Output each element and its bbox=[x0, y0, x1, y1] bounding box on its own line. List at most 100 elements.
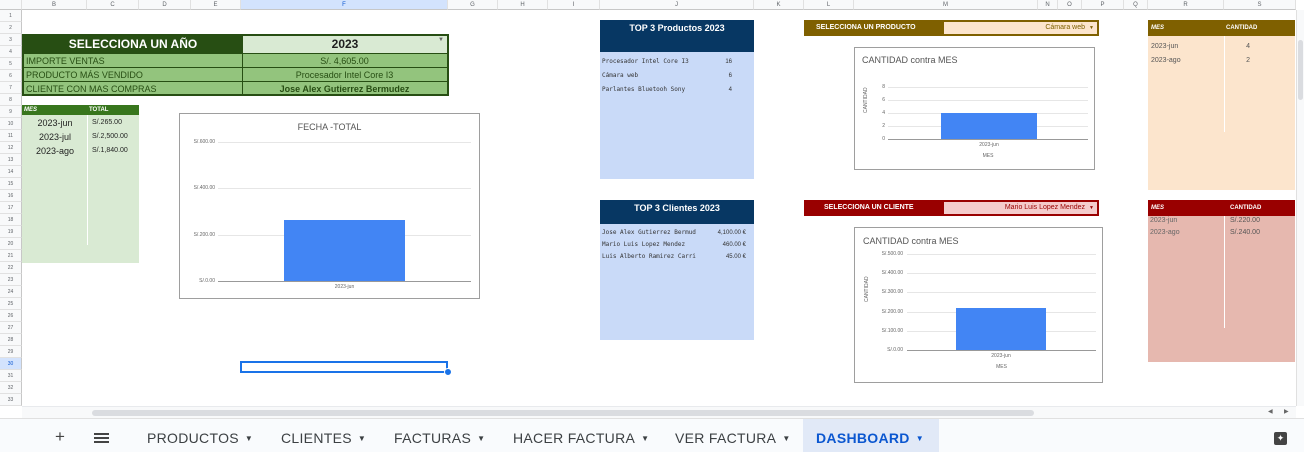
pq-qty: 2 bbox=[1246, 57, 1250, 64]
cq-amount: S/.240.00 bbox=[1230, 229, 1260, 236]
chevron-down-icon[interactable]: ▼ bbox=[358, 434, 366, 443]
chart-fecha-total[interactable]: FECHA -TOTAL S/.600.00 S/.400.00 S/.200.00… bbox=[179, 113, 480, 299]
column-header[interactable]: M bbox=[854, 0, 1038, 10]
row-header[interactable]: 23 bbox=[0, 274, 22, 286]
column-header[interactable]: D bbox=[139, 0, 191, 10]
column-header[interactable]: O bbox=[1058, 0, 1082, 10]
row-header[interactable]: 33 bbox=[0, 394, 22, 406]
fill-handle[interactable] bbox=[444, 368, 452, 376]
gridline bbox=[888, 87, 1088, 88]
row-header[interactable]: 21 bbox=[0, 250, 22, 262]
chevron-down-icon[interactable]: ▼ bbox=[782, 434, 790, 443]
bar[interactable] bbox=[941, 113, 1037, 139]
row-header[interactable]: 16 bbox=[0, 190, 22, 202]
year-row-label: CLIENTE CON MAS COMPRAS bbox=[26, 84, 157, 94]
vertical-scrollbar[interactable] bbox=[1296, 10, 1304, 406]
row-header[interactable]: 6 bbox=[0, 70, 22, 82]
chevron-down-icon[interactable]: ▼ bbox=[477, 434, 485, 443]
row-header[interactable]: 18 bbox=[0, 214, 22, 226]
total-header: TOTAL bbox=[89, 107, 109, 113]
column-header[interactable]: G bbox=[448, 0, 498, 10]
gridline bbox=[218, 188, 471, 190]
top-client-name: Jose Alex Gutierrez Bermud bbox=[602, 229, 696, 236]
column-header[interactable]: I bbox=[548, 0, 600, 10]
column-header[interactable]: N bbox=[1038, 0, 1058, 10]
horizontal-scrollbar[interactable]: ◀ ▶ bbox=[22, 406, 1296, 418]
row-header[interactable]: 20 bbox=[0, 238, 22, 250]
column-header[interactable]: E bbox=[191, 0, 241, 10]
row-header[interactable]: 30 bbox=[0, 358, 22, 370]
chevron-down-icon[interactable]: ▼ bbox=[245, 434, 253, 443]
row-header[interactable]: 12 bbox=[0, 142, 22, 154]
column-header[interactable]: Q bbox=[1124, 0, 1148, 10]
column-header[interactable]: C bbox=[87, 0, 139, 10]
sheet-tab[interactable]: VER FACTURA ▼ bbox=[675, 430, 791, 446]
chart-product-cantidad[interactable]: CANTIDAD contra MES 8 6 4 2 0 2023-jun MES CANT… bbox=[854, 47, 1095, 170]
column-header[interactable]: H bbox=[498, 0, 548, 10]
sheet-tab[interactable]: FACTURAS ▼ bbox=[394, 430, 485, 446]
sheet-tab[interactable]: DASHBOARD ▼ bbox=[816, 430, 924, 446]
row-header[interactable]: 8 bbox=[0, 94, 22, 106]
product-dropdown[interactable]: Cámara web ▼ bbox=[944, 22, 1097, 34]
bar[interactable] bbox=[284, 219, 405, 281]
scroll-right-icon[interactable]: ▶ bbox=[1284, 408, 1289, 415]
column-header[interactable]: J bbox=[600, 0, 754, 10]
row-header[interactable]: 26 bbox=[0, 310, 22, 322]
row-header[interactable]: 9 bbox=[0, 106, 22, 118]
sheet-tab[interactable]: PRODUCTOS ▼ bbox=[147, 430, 253, 446]
row-header[interactable]: 19 bbox=[0, 226, 22, 238]
scrollbar-thumb[interactable] bbox=[92, 410, 1034, 416]
top-product-qty: 4 bbox=[728, 87, 732, 93]
explore-icon[interactable]: ✦ bbox=[1274, 432, 1287, 445]
row-header[interactable]: 1 bbox=[0, 10, 22, 22]
client-dropdown[interactable]: Mario Luis Lopez Mendez ▼ bbox=[944, 202, 1097, 214]
pq-month: 2023-jun bbox=[1151, 43, 1179, 50]
row-header[interactable]: 15 bbox=[0, 178, 22, 190]
row-header[interactable]: 29 bbox=[0, 346, 22, 358]
gridline bbox=[888, 139, 1088, 140]
sheet-tab[interactable]: HACER FACTURA ▼ bbox=[513, 430, 649, 446]
product-selector: SELECCIONA UN PRODUCTO Cámara web ▼ bbox=[804, 20, 1099, 36]
chevron-down-icon[interactable]: ▼ bbox=[916, 434, 924, 443]
chevron-down-icon[interactable]: ▼ bbox=[641, 434, 649, 443]
selected-cell[interactable] bbox=[240, 361, 448, 373]
corner-cell[interactable] bbox=[0, 0, 22, 10]
month-cell: 2023-jun bbox=[37, 118, 73, 128]
plot-area: 8 6 4 2 0 2023-jun MES CANTIDAD bbox=[855, 48, 1094, 169]
scroll-left-icon[interactable]: ◀ bbox=[1268, 408, 1273, 415]
row-header[interactable]: 2 bbox=[0, 22, 22, 34]
column-header[interactable]: F bbox=[241, 0, 448, 10]
row-header[interactable]: 11 bbox=[0, 130, 22, 142]
row-header[interactable]: 31 bbox=[0, 370, 22, 382]
row-header[interactable]: 32 bbox=[0, 382, 22, 394]
column-header[interactable]: R bbox=[1148, 0, 1224, 10]
year-select[interactable]: 2023 ▼ bbox=[242, 36, 447, 53]
chart-client-cantidad[interactable]: CANTIDAD contra MES S/.500.00 S/.400.00 S/… bbox=[854, 227, 1103, 383]
row-header[interactable]: 22 bbox=[0, 262, 22, 274]
cq-month: 2023-ago bbox=[1150, 229, 1180, 236]
row-header[interactable]: 25 bbox=[0, 298, 22, 310]
row-header[interactable]: 5 bbox=[0, 58, 22, 70]
column-header[interactable]: K bbox=[754, 0, 804, 10]
top-product-name: Procesador Intel Core I3 bbox=[602, 58, 689, 65]
row-header[interactable]: 4 bbox=[0, 46, 22, 58]
row-header[interactable]: 10 bbox=[0, 118, 22, 130]
row-header[interactable]: 27 bbox=[0, 322, 22, 334]
column-header[interactable]: S bbox=[1224, 0, 1296, 10]
add-sheet-button[interactable]: + bbox=[55, 428, 65, 446]
row-header[interactable]: 28 bbox=[0, 334, 22, 346]
column-header[interactable]: B bbox=[22, 0, 87, 10]
row-header[interactable]: 24 bbox=[0, 286, 22, 298]
column-header[interactable]: L bbox=[804, 0, 854, 10]
all-sheets-menu-icon[interactable] bbox=[94, 433, 109, 443]
row-header[interactable]: 7 bbox=[0, 82, 22, 94]
client-selector: SELECCIONA UN CLIENTE Mario Luis Lopez M… bbox=[804, 200, 1099, 216]
row-header[interactable]: 14 bbox=[0, 166, 22, 178]
column-header[interactable]: P bbox=[1082, 0, 1124, 10]
bar[interactable] bbox=[956, 307, 1046, 350]
y-tick-label: 0 bbox=[882, 136, 885, 142]
row-header[interactable]: 17 bbox=[0, 202, 22, 214]
row-header[interactable]: 13 bbox=[0, 154, 22, 166]
sheet-tab[interactable]: CLIENTES ▼ bbox=[281, 430, 366, 446]
row-header[interactable]: 3 bbox=[0, 34, 22, 46]
